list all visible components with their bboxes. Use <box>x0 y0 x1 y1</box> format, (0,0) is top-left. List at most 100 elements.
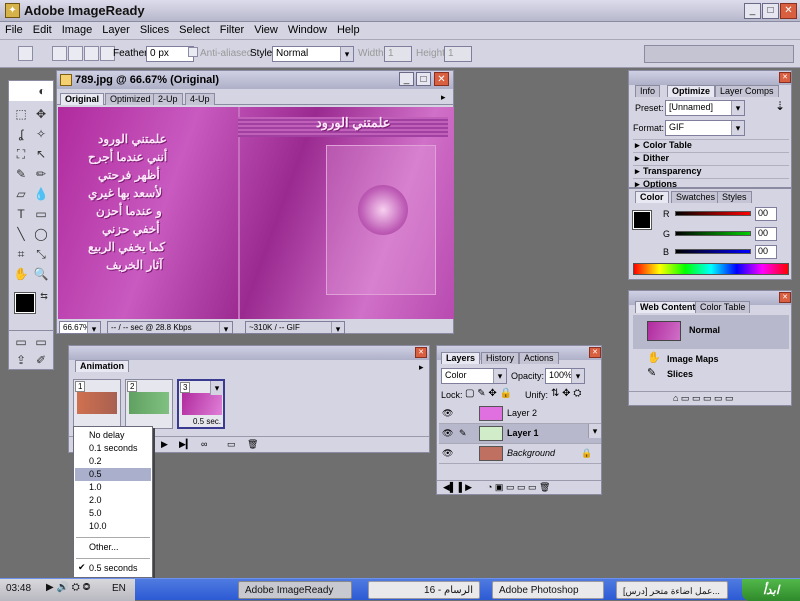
tab-color[interactable]: Color <box>635 191 669 203</box>
section-color-table[interactable]: Color Table <box>633 139 789 152</box>
tab-layer-comps[interactable]: Layer Comps <box>715 85 779 97</box>
delay-option-5.0[interactable]: 5.0 <box>75 507 151 520</box>
slice-select-icon[interactable]: ↖ <box>32 145 50 163</box>
ellipse-tool-icon[interactable]: ◯ <box>32 225 50 243</box>
tab-4up[interactable]: 4-Up <box>185 93 215 105</box>
layers-action-icons[interactable]: ◔ ▣ ▭ ▭ ▭ 🗑 <box>487 482 550 493</box>
taskbar-button-photoshop[interactable]: Adobe Photoshop <box>492 581 604 599</box>
taskbar-button-imageready[interactable]: Adobe ImageReady <box>238 581 352 599</box>
opacity-input[interactable]: 100% <box>545 368 585 384</box>
style-select[interactable]: Normal <box>272 46 354 62</box>
line-tool-icon[interactable]: ╲ <box>12 225 30 243</box>
delay-option-no-delay[interactable]: No delay <box>75 429 151 442</box>
format-select[interactable]: GIF <box>665 120 745 136</box>
b-slider[interactable] <box>675 249 751 254</box>
b-value[interactable]: 00 <box>755 245 777 259</box>
width-input[interactable]: 1 <box>384 46 412 62</box>
standard-mode-icon[interactable]: ▭ <box>12 333 30 351</box>
delay-option-other[interactable]: Other... <box>75 541 151 554</box>
tabs-menu-arrow-icon[interactable]: ▸ <box>441 92 446 103</box>
tab-history[interactable]: History <box>481 352 520 364</box>
delete-frame-icon[interactable]: 🗑 <box>247 439 258 450</box>
minimize-button[interactable]: _ <box>744 3 761 19</box>
doc-minimize-button[interactable]: _ <box>399 72 414 86</box>
crop-icon[interactable]: ⛶ <box>12 145 30 163</box>
tab-color-table[interactable]: Color Table <box>695 301 751 313</box>
tab-original[interactable]: Original <box>60 93 105 105</box>
animation-title-bar[interactable]: ✕ <box>69 346 429 360</box>
feather-input[interactable]: 0 px <box>146 46 194 62</box>
taskbar-button-paint[interactable]: 16 - الرسام <box>368 581 480 599</box>
optimize-close-button[interactable]: ✕ <box>779 72 791 83</box>
rect-marquee-icon[interactable]: ⬚ <box>12 105 30 123</box>
hand-tool-icon[interactable]: ✋ <box>12 265 30 283</box>
marquee-tool-icon[interactable] <box>18 46 33 61</box>
new-frame-icon[interactable]: ▭ <box>227 439 236 450</box>
maximize-button[interactable]: □ <box>762 3 779 19</box>
swap-colors-icon[interactable]: ⇆ <box>35 287 53 305</box>
blur-icon[interactable]: 💧 <box>32 185 50 203</box>
layers-nav-icons[interactable]: ◀▌ ▌▶ <box>443 482 472 493</box>
lasso-icon[interactable]: ʆ <box>12 125 30 143</box>
delay-option-10.0[interactable]: 10.0 <box>75 520 151 533</box>
document-title-bar[interactable]: 789.jpg @ 66.67% (Original) _ □ ✕ <box>57 71 453 89</box>
delay-option-1.0[interactable]: 1.0 <box>75 481 151 494</box>
r-slider[interactable] <box>675 211 751 216</box>
tab-animation[interactable]: Animation <box>75 360 129 372</box>
add-selection-icon[interactable] <box>68 46 83 61</box>
visibility-eye-icon[interactable]: 👁 <box>442 408 453 419</box>
play-icon[interactable]: ▶ <box>161 439 168 450</box>
image-map-tool-icon[interactable]: ⌗ <box>12 245 30 263</box>
delay-option-0.5[interactable]: 0.5 <box>75 468 151 481</box>
menu-slices[interactable]: Slices <box>135 22 174 38</box>
web-content-normal-row[interactable]: Normal <box>633 315 789 349</box>
magic-wand-icon[interactable]: ✧ <box>32 125 50 143</box>
tray-icons[interactable]: ▶ 🔊 ⛭ ◎ <box>46 582 90 593</box>
menu-window[interactable]: Window <box>283 22 332 38</box>
height-input[interactable]: 1 <box>444 46 472 62</box>
jump-to-photoshop-icon[interactable]: ⇪ <box>12 351 30 369</box>
layer-row-layer1[interactable]: 👁 ✎ Layer 1 <box>439 424 601 444</box>
tab-info[interactable]: Info <box>635 85 661 97</box>
g-slider[interactable] <box>675 231 751 236</box>
fullscreen-mode-icon[interactable]: ▭ <box>32 333 50 351</box>
layer-row-background[interactable]: 👁 Background 🔒 <box>439 444 601 464</box>
tween-icon[interactable]: ∞ <box>201 439 207 449</box>
eraser-icon[interactable]: ▱ <box>12 185 30 203</box>
rectangle-tool-icon[interactable]: ▭ <box>32 205 50 223</box>
tab-actions[interactable]: Actions <box>519 352 559 364</box>
menu-filter[interactable]: Filter <box>215 22 249 38</box>
menu-layer[interactable]: Layer <box>97 22 135 38</box>
animation-frame-3[interactable]: 3 0.5 sec. <box>177 379 225 429</box>
next-frame-icon[interactable]: ▶▎ <box>179 439 193 450</box>
menu-file[interactable]: File <box>0 22 28 38</box>
menu-select[interactable]: Select <box>174 22 215 38</box>
jump-brush-icon[interactable]: ✐ <box>32 351 50 369</box>
lock-icons[interactable]: ▢ ✎ ✥ 🔒 <box>465 388 512 399</box>
layer-row-layer2[interactable]: 👁 Layer 2 <box>439 404 601 424</box>
start-button[interactable]: ابدأ <box>742 579 800 601</box>
pencil-icon[interactable]: ✏ <box>32 165 50 183</box>
frame-3-delay[interactable]: 0.5 sec. <box>193 417 221 426</box>
move-tool-icon[interactable]: ✥ <box>32 105 50 123</box>
tab-optimized[interactable]: Optimized <box>105 93 156 105</box>
animation-close-button[interactable]: ✕ <box>415 347 427 358</box>
section-transparency[interactable]: Transparency <box>633 165 789 178</box>
delay-option-0.2[interactable]: 0.2 <box>75 455 151 468</box>
menu-help[interactable]: Help <box>332 22 365 38</box>
download-speed-select[interactable]: -- / -- sec @ 28.8 Kbps <box>107 321 233 334</box>
tab-optimize[interactable]: Optimize <box>667 85 716 97</box>
zoom-tool-icon[interactable]: 🔍 <box>32 265 50 283</box>
tab-styles[interactable]: Styles <box>717 191 752 203</box>
blend-mode-select[interactable]: Color <box>441 368 507 384</box>
doc-maximize-button[interactable]: □ <box>416 72 431 86</box>
r-value[interactable]: 00 <box>755 207 777 221</box>
doc-close-button[interactable]: ✕ <box>434 72 449 86</box>
menu-image[interactable]: Image <box>57 22 98 38</box>
section-dither[interactable]: Dither <box>633 152 789 165</box>
animation-menu-arrow-icon[interactable]: ▸ <box>419 362 424 373</box>
animation-frame-1[interactable]: 1 <box>73 379 121 429</box>
taskbar-button-browser[interactable]: [درس] عمل اضاءة متحر... <box>616 581 728 599</box>
close-button[interactable]: ✕ <box>780 3 797 19</box>
animation-frame-2[interactable]: 2 <box>125 379 173 429</box>
